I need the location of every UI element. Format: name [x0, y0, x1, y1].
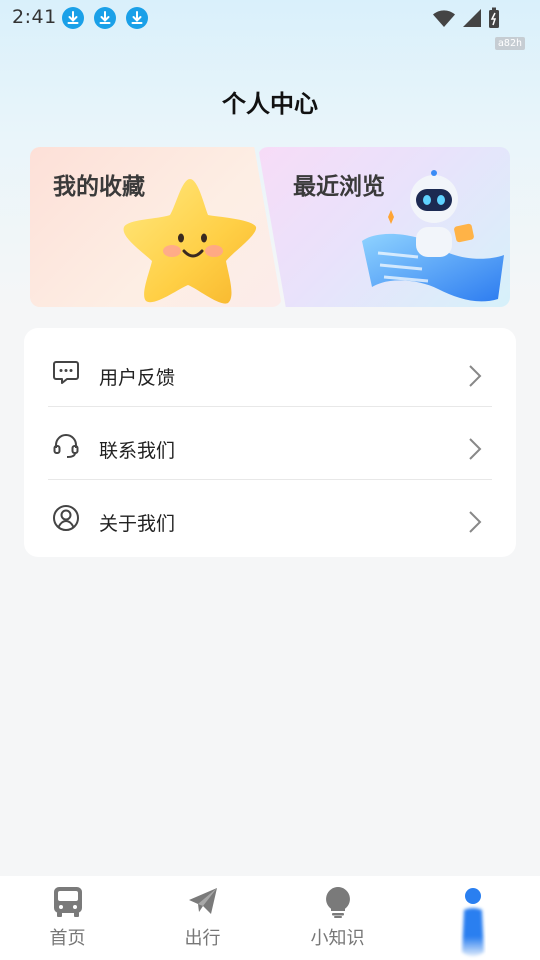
lightbulb-icon — [325, 887, 350, 918]
download-icon — [94, 7, 116, 29]
menu-item-about[interactable]: 关于我们 — [24, 480, 516, 552]
download-icon — [126, 7, 148, 29]
menu-panel: 用户反馈 联系我们 关于我们 — [24, 328, 516, 557]
nav-profile[interactable] — [405, 876, 540, 960]
robot-illustration — [362, 170, 504, 302]
chevron-right-icon — [469, 365, 482, 387]
nav-label: 首页 — [49, 928, 86, 949]
chevron-right-icon — [469, 438, 482, 460]
profile-indicator-icon — [461, 888, 484, 956]
system-icons — [432, 7, 500, 29]
page-title: 个人中心 — [222, 90, 318, 118]
message-icon — [53, 361, 79, 384]
nav-travel[interactable]: 出行 — [135, 876, 270, 960]
nav-label: 出行 — [184, 928, 221, 949]
battery-icon — [489, 7, 499, 28]
nav-label: 小知识 — [310, 928, 365, 949]
bus-icon — [53, 887, 82, 917]
headset-icon — [53, 434, 79, 458]
user-circle-icon — [53, 505, 79, 531]
chevron-right-icon — [469, 511, 482, 533]
signal-icon — [463, 9, 481, 27]
bottom-nav: 首页 出行 小知识 — [0, 876, 540, 960]
menu-item-label: 关于我们 — [99, 513, 176, 535]
notification-icons — [62, 7, 148, 29]
status-time: 2:41 — [12, 6, 57, 28]
menu-item-contact[interactable]: 联系我们 — [24, 407, 516, 479]
star-illustration — [123, 179, 257, 304]
favorites-card[interactable]: 我的收藏 — [30, 147, 282, 307]
nav-home[interactable]: 首页 — [0, 876, 135, 960]
debug-tag: a82h — [494, 37, 525, 50]
paper-plane-icon — [188, 888, 217, 914]
menu-item-feedback[interactable]: 用户反馈 — [24, 334, 516, 406]
menu-item-label: 用户反馈 — [99, 367, 176, 389]
nav-knowledge[interactable]: 小知识 — [270, 876, 405, 960]
wifi-icon — [433, 10, 455, 27]
recent-card[interactable]: 最近浏览 — [258, 147, 510, 307]
download-icon — [62, 7, 84, 29]
status-bar: 2:41 a82h — [0, 0, 540, 50]
menu-item-label: 联系我们 — [99, 440, 176, 462]
